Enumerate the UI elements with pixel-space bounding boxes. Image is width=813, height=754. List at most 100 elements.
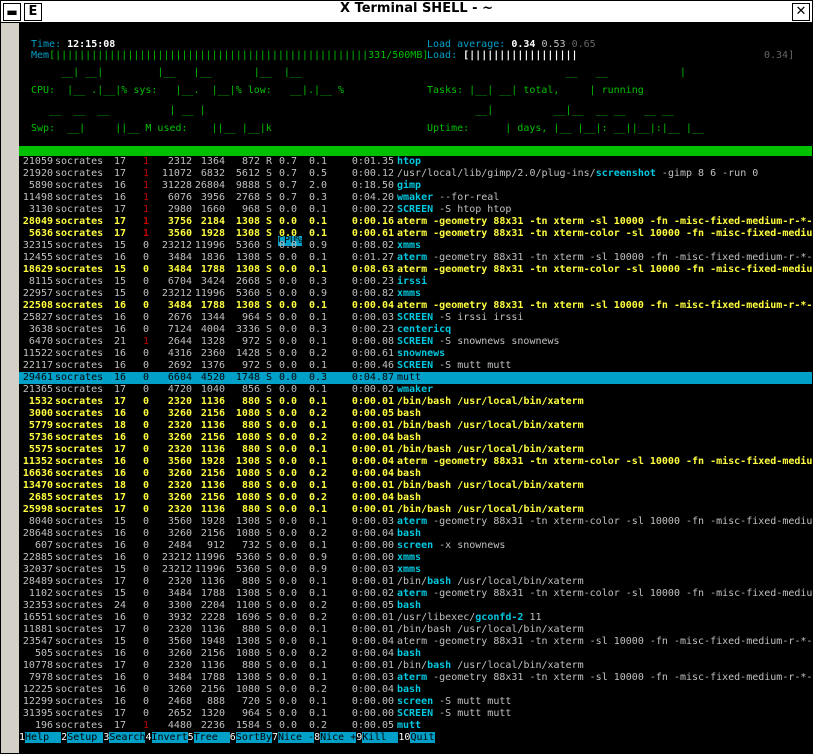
process-user: socrates bbox=[55, 240, 104, 251]
process-row[interactable]: 8040 socrates 15 0 3560 1928 1308 S 0.0 0.1 0:00.0… bbox=[19, 516, 812, 528]
fkey-label-8[interactable]: Nice + bbox=[320, 732, 357, 743]
process-ni: 0 bbox=[142, 360, 149, 371]
process-row[interactable]: 12225 socrates 16 0 3260 2156 1080 S 0.0 0.2 0:00.… bbox=[19, 684, 812, 696]
fkey-6[interactable]: 6 bbox=[230, 732, 236, 743]
fkey-label-2[interactable]: Setup bbox=[67, 732, 104, 743]
process-row[interactable]: 23547 socrates 15 0 3560 1948 1308 S 0.0 0.1 0:00.… bbox=[19, 636, 812, 648]
process-row[interactable]: 1532 socrates 17 0 2320 1136 880 S 0.0 0.1 0:00.01… bbox=[19, 396, 812, 408]
process-row[interactable]: 21920 socrates 17 1 11072 6832 5612 S 0.7 0.5 0:00… bbox=[19, 168, 812, 180]
process-ni: 1 bbox=[142, 168, 149, 179]
fkey-label-6[interactable]: SortBy bbox=[235, 732, 272, 743]
fkey-label-5[interactable]: Tree bbox=[193, 732, 230, 743]
process-virt: 3560 bbox=[167, 636, 192, 647]
process-row[interactable]: 11522 socrates 16 0 4316 2360 1428 S 0.0 0.2 0:00.… bbox=[19, 348, 812, 360]
process-row[interactable]: 22957 socrates 15 0 23212 11996 5360 S 0.0 0.9 0:0… bbox=[19, 288, 812, 300]
window-menu-icon[interactable]: ▬ bbox=[3, 3, 21, 21]
process-row[interactable]: 28489 socrates 17 0 2320 1136 880 S 0.0 0.1 0:00.0… bbox=[19, 576, 812, 588]
process-shr: 720 bbox=[241, 696, 260, 707]
process-row[interactable]: 505 socrates 16 0 3260 2156 1080 S 0.0 0.2 0:00.04… bbox=[19, 648, 812, 660]
process-row[interactable]: 16551 socrates 16 0 3932 2228 1696 S 0.0 0.2 0:00.… bbox=[19, 612, 812, 624]
process-row[interactable]: 10778 socrates 17 0 2320 1136 880 S 0.0 0.1 0:00.0… bbox=[19, 660, 812, 672]
process-row[interactable]: 13470 socrates 18 0 2320 1136 880 S 0.0 0.1 0:00.0… bbox=[19, 480, 812, 492]
process-cpu: 0.0 bbox=[278, 492, 297, 503]
process-row[interactable]: 5779 socrates 18 0 2320 1136 880 S 0.0 0.1 0:00.01… bbox=[19, 420, 812, 432]
process-command: xmms bbox=[397, 564, 421, 576]
process-row[interactable]: 3000 socrates 16 0 3260 2156 1080 S 0.0 0.2 0:00.0… bbox=[19, 408, 812, 420]
fkey-label-9[interactable]: Kill bbox=[362, 732, 399, 743]
process-time: 0:00.03 bbox=[351, 564, 394, 575]
e-button[interactable]: E bbox=[24, 3, 42, 21]
process-row[interactable]: 16636 socrates 16 0 3260 2156 1080 S 0.0 0.2 0:00.… bbox=[19, 468, 812, 480]
process-cpu: 0.7 bbox=[278, 168, 297, 179]
process-row[interactable]: 3130 socrates 17 1 2980 1660 968 S 0.0 0.1 0:00.22… bbox=[19, 204, 812, 216]
process-time: 0:04.87 bbox=[351, 372, 394, 383]
process-row[interactable]: 5575 socrates 17 0 2320 1136 880 S 0.0 0.1 0:00.01… bbox=[19, 444, 812, 456]
title-bar[interactable]: ▬ E X Terminal SHELL - ~ ✕ bbox=[1, 1, 812, 23]
process-s: S bbox=[266, 552, 273, 563]
process-pri: 17 bbox=[113, 624, 126, 635]
fkey-10[interactable]: 10 bbox=[398, 732, 410, 743]
process-row[interactable]: 12455 socrates 16 0 3484 1836 1308 S 0.0 0.1 0:01.… bbox=[19, 252, 812, 264]
process-row[interactable]: 5636 socrates 17 1 3560 1928 1308 S 0.0 0.1 0:00.6… bbox=[19, 228, 812, 240]
process-time: 0:00.04 bbox=[351, 468, 394, 479]
process-pid: 5779 bbox=[28, 420, 53, 431]
process-mem: 0.2 bbox=[308, 432, 327, 443]
fkey-label-1[interactable]: Help bbox=[25, 732, 62, 743]
load-avg-15: 0.65 bbox=[571, 39, 596, 50]
process-ni: 0 bbox=[142, 564, 149, 575]
process-row[interactable]: 29461 socrates 16 0 6604 4520 1748 S 0.0 0.3 0:04.… bbox=[19, 372, 812, 384]
process-row[interactable]: 25827 socrates 16 0 2676 1344 964 S 0.0 0.1 0:00.0… bbox=[19, 312, 812, 324]
process-row[interactable]: 22885 socrates 16 0 23212 11996 5360 S 0.0 0.9 0:0… bbox=[19, 552, 812, 564]
process-row[interactable]: 11498 socrates 16 1 6076 3956 2768 S 0.7 0.3 0:04.… bbox=[19, 192, 812, 204]
command-name: bash bbox=[397, 432, 422, 443]
process-row[interactable]: 28049 socrates 17 1 3756 2184 1308 S 0.0 0.1 0:00.… bbox=[19, 216, 812, 228]
fkey-4[interactable]: 4 bbox=[145, 732, 151, 743]
process-cpu: 0.0 bbox=[278, 264, 297, 275]
fkey-label-7[interactable]: Nice - bbox=[277, 732, 315, 743]
terminal-area[interactable]: Time: 12:15:08 Mem[|||||||||||||||||||||… bbox=[19, 23, 812, 753]
process-list[interactable]: 21059 socrates 17 1 2312 1364 872 R 0.7 0.1 0:01.3… bbox=[19, 156, 812, 732]
process-row[interactable]: 1102 socrates 15 0 3484 1788 1308 S 0.0 0.1 0:00.0… bbox=[19, 588, 812, 600]
process-row[interactable]: 607 socrates 16 0 2484 912 732 S 0.0 0.1 0:00.00 sc… bbox=[19, 540, 812, 552]
process-row[interactable]: 196 socrates 17 1 4480 2236 1584 S 0.0 0.2 0:00.05… bbox=[19, 720, 812, 732]
process-time: 0:00.00 bbox=[351, 552, 394, 563]
close-icon[interactable]: ✕ bbox=[792, 3, 810, 21]
process-row[interactable]: 6470 socrates 21 1 2644 1328 972 S 0.0 0.1 0:00.08… bbox=[19, 336, 812, 348]
fkey-label-3[interactable]: Search bbox=[109, 732, 146, 743]
fkey-label-4[interactable]: Invert bbox=[151, 732, 188, 743]
process-cpu: 0.0 bbox=[278, 516, 297, 527]
process-pid: 196 bbox=[34, 720, 53, 731]
process-row[interactable]: 11881 socrates 17 0 2320 1136 880 S 0.0 0.1 0:00.0… bbox=[19, 624, 812, 636]
process-ni: 0 bbox=[142, 696, 149, 707]
process-row[interactable]: 22117 socrates 16 0 2692 1376 972 S 0.0 0.1 0:00.4… bbox=[19, 360, 812, 372]
column-header[interactable]: PID USER PRI NI VIRT RES SHR S CPU% MEM%… bbox=[19, 146, 812, 276]
process-row[interactable]: 18629 socrates 15 0 3484 1788 1308 S 0.0 0.1 0:08.… bbox=[19, 264, 812, 276]
process-ni: 0 bbox=[142, 372, 149, 383]
fkey-label-10[interactable]: Quit bbox=[410, 732, 435, 743]
process-row[interactable]: 2685 socrates 17 0 3260 2156 1080 S 0.0 0.2 0:00.0… bbox=[19, 492, 812, 504]
process-row[interactable]: 5890 socrates 16 1 31228 26804 9888 S 0.7 2.0 0:18… bbox=[19, 180, 812, 192]
process-row[interactable]: 28648 socrates 16 0 3260 2156 1080 S 0.0 0.2 0:00.… bbox=[19, 528, 812, 540]
process-row[interactable]: 32315 socrates 15 0 23212 11996 5360 S 0.0 0.9 0:0… bbox=[19, 240, 812, 252]
process-shr: 1308 bbox=[235, 252, 260, 263]
fkey-5[interactable]: 5 bbox=[188, 732, 194, 743]
process-row[interactable]: 7978 socrates 16 0 3484 1788 1308 S 0.0 0.1 0:00.0… bbox=[19, 672, 812, 684]
process-row[interactable]: 12299 socrates 16 0 2468 888 720 S 0.0 0.1 0:00.00… bbox=[19, 696, 812, 708]
cpu-meter: CPU: |__ .|__|% sys: |__. |__|% low: __|… bbox=[31, 85, 345, 96]
process-pid: 32353 bbox=[22, 600, 53, 611]
process-row[interactable]: 22508 socrates 16 0 3484 1788 1308 S 0.0 0.1 0:00.… bbox=[19, 300, 812, 312]
process-s: S bbox=[266, 684, 273, 695]
process-row[interactable]: 31395 socrates 17 0 2652 1320 964 S 0.0 0.1 0:00.0… bbox=[19, 708, 812, 720]
process-row[interactable]: 25998 socrates 17 0 2320 1136 880 S 0.0 0.1 0:00.0… bbox=[19, 504, 812, 516]
process-row[interactable]: 8115 socrates 15 0 6704 3424 2668 S 0.0 0.3 0:00.2… bbox=[19, 276, 812, 288]
process-time: 0:00.01 bbox=[351, 444, 394, 455]
process-row[interactable]: 5736 socrates 16 0 3260 2156 1080 S 0.0 0.2 0:00.0… bbox=[19, 432, 812, 444]
process-row[interactable]: 21365 socrates 17 0 4720 1040 856 S 0.0 0.1 0:00.0… bbox=[19, 384, 812, 396]
process-row[interactable]: 3638 socrates 16 0 7124 4004 3336 S 0.0 0.3 0:00.2… bbox=[19, 324, 812, 336]
process-row[interactable]: 32353 socrates 24 0 3300 2204 1100 S 0.0 0.2 0:00.… bbox=[19, 600, 812, 612]
process-s: S bbox=[266, 492, 273, 503]
process-row[interactable]: 32037 socrates 15 0 23212 11996 5360 S 0.0 0.9 0:0… bbox=[19, 564, 812, 576]
process-row[interactable]: 11352 socrates 16 0 3560 1928 1308 S 0.0 0.1 0:00.… bbox=[19, 456, 812, 468]
process-s: S bbox=[266, 396, 273, 407]
process-row[interactable]: 21059 socrates 17 1 2312 1364 872 R 0.7 0.1 0:01.3… bbox=[19, 156, 812, 168]
